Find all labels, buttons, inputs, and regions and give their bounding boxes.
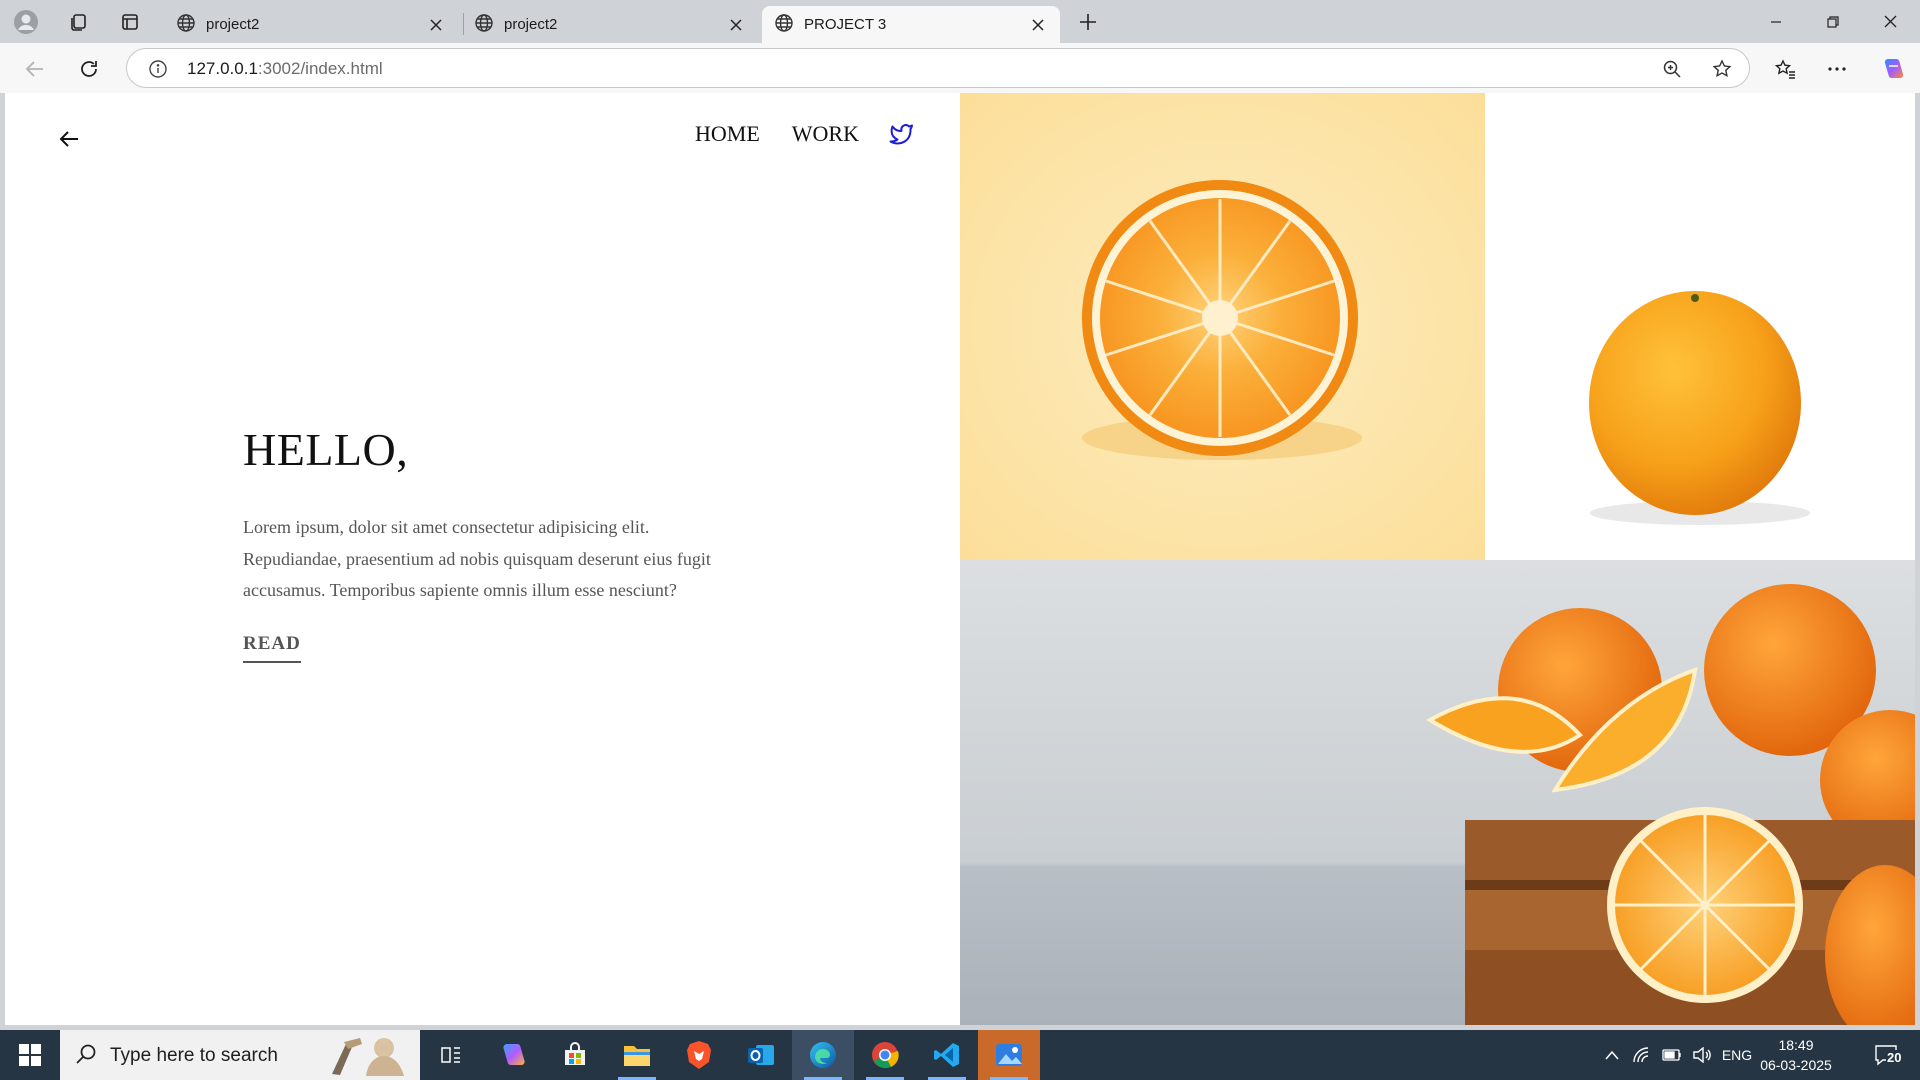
search-icon [74,1042,100,1068]
site-info-icon[interactable] [141,52,175,86]
favorites-icon[interactable] [1768,52,1802,86]
page-viewport: HOME WORK HELLO, Lorem ipsum, dolor sit … [5,93,1915,1025]
volume-icon[interactable] [1688,1030,1716,1080]
more-options-icon[interactable] [1820,52,1854,86]
tab-title: project2 [504,16,558,33]
close-tab-icon[interactable] [1026,13,1050,37]
url-host: 127.0.0.1 [187,59,258,78]
task-view-icon[interactable] [420,1030,482,1080]
content-panel: HOME WORK HELLO, Lorem ipsum, dolor sit … [5,93,960,1025]
system-clock[interactable]: 18:49 06-03-2025 [1756,1035,1836,1075]
refresh-icon[interactable] [72,52,106,86]
browser-toolbar: 127.0.0.1:3002/index.html [0,43,1920,93]
image-grid [960,93,1915,1025]
back-icon[interactable] [18,52,52,86]
windows-start-icon[interactable] [0,1030,60,1080]
outlook-icon[interactable] [730,1030,792,1080]
tab-project-3[interactable]: PROJECT 3 [762,6,1060,43]
clock-date: 06-03-2025 [1760,1057,1832,1073]
copilot-icon[interactable] [1876,52,1910,86]
notification-icon: 20 [1874,1044,1903,1066]
tab-project2-a[interactable]: project2 [164,6,458,43]
chrome-browser-icon[interactable] [854,1030,916,1080]
orange-half-image [960,93,1485,560]
nav-home-link[interactable]: HOME [695,121,760,147]
vscode-icon[interactable] [916,1030,978,1080]
globe-icon [176,13,196,37]
hero-heading: HELLO, [243,424,409,475]
search-placeholder: Type here to search [110,1045,278,1066]
back-arrow-icon[interactable] [53,123,85,155]
zoom-icon[interactable] [1655,52,1689,86]
copilot-app-icon[interactable] [482,1030,544,1080]
new-tab-button[interactable] [1072,6,1104,38]
network-icon[interactable] [1628,1030,1656,1080]
clock-time: 18:49 [1778,1037,1814,1053]
edge-browser-icon[interactable] [792,1030,854,1080]
profile-icon[interactable] [0,0,52,43]
language-indicator[interactable]: ENG [1718,1030,1756,1080]
restore-icon[interactable] [1805,0,1861,43]
hero-section: HELLO, Lorem ipsum, dolor sit amet conse… [243,423,743,663]
collections-icon[interactable] [52,0,104,43]
favorite-star-icon[interactable] [1705,52,1739,86]
close-tab-icon[interactable] [724,13,748,37]
hero-body: Lorem ipsum, dolor sit amet consectetur … [243,517,711,600]
tab-title: PROJECT 3 [804,16,887,33]
globe-icon [774,13,794,37]
show-hidden-icons-icon[interactable] [1598,1030,1626,1080]
search-highlight-icon [322,1034,416,1080]
globe-icon [474,13,494,37]
address-url[interactable]: 127.0.0.1:3002/index.html [187,59,383,79]
tab-project2-b[interactable]: project2 [462,6,758,43]
orange-crate-image [960,560,1915,1025]
battery-icon[interactable] [1658,1030,1686,1080]
notifications-button[interactable]: 20 [1862,1030,1912,1080]
tab-title: project2 [206,16,260,33]
tab-actions-icon[interactable] [104,0,156,43]
windows-taskbar: Type here to search ENG 18:49 06-03-2025… [0,1030,1920,1080]
minimize-icon[interactable] [1748,0,1804,43]
address-bar[interactable]: 127.0.0.1:3002/index.html [126,48,1750,88]
main-nav: HOME WORK [695,121,915,147]
whole-orange-image [1485,93,1915,560]
close-tab-icon[interactable] [424,13,448,37]
taskbar-search[interactable]: Type here to search [60,1030,420,1080]
microsoft-store-icon[interactable] [544,1030,606,1080]
read-link[interactable]: READ [243,633,301,663]
file-explorer-icon[interactable] [606,1030,668,1080]
nav-work-link[interactable]: WORK [792,121,859,147]
photos-app-icon[interactable] [978,1030,1040,1080]
tab-strip: project2 project2 PROJECT 3 [0,0,1920,43]
twitter-icon[interactable] [889,121,915,147]
notification-count: 20 [1886,1050,1903,1065]
close-window-icon[interactable] [1862,0,1918,43]
url-path: :3002/index.html [257,59,383,78]
brave-browser-icon[interactable] [668,1030,730,1080]
